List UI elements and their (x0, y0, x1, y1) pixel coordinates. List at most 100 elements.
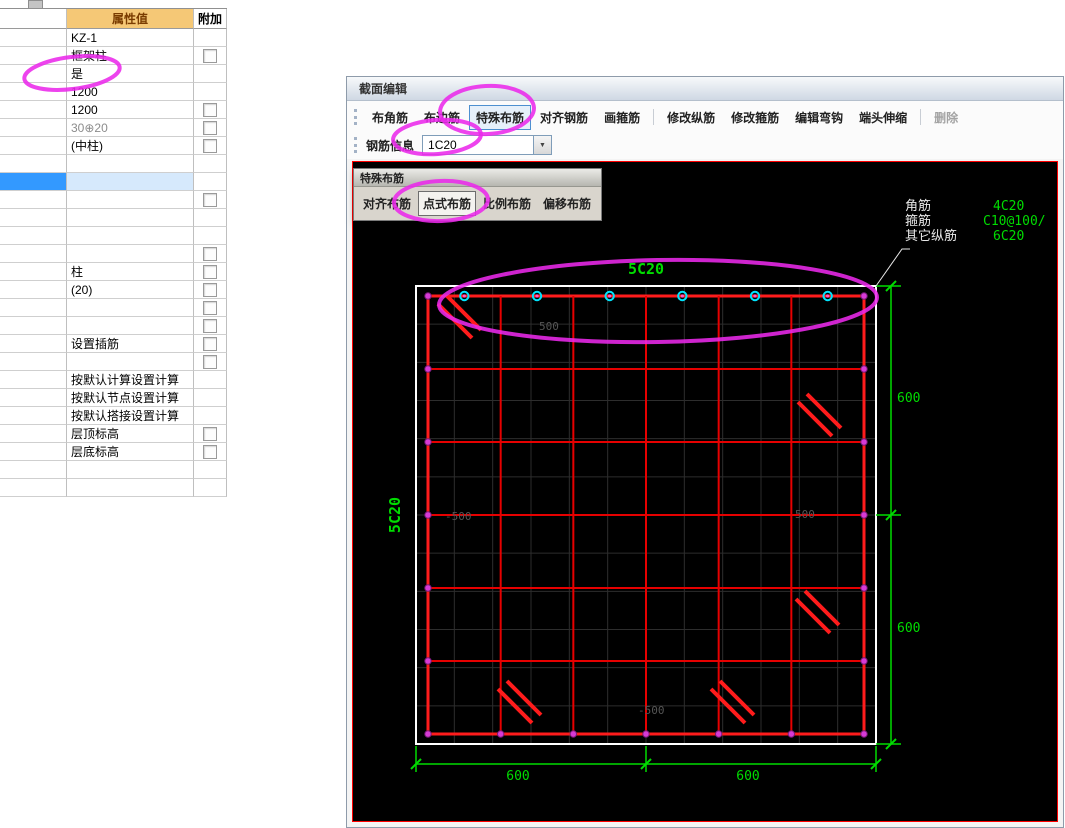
row-value-cell[interactable] (67, 173, 194, 191)
row-value-cell[interactable]: 框架柱 (67, 47, 194, 65)
rebar-info-combo[interactable]: 1C20 ▼ (422, 135, 553, 155)
row-value-cell[interactable]: 按默认搭接设置计算 (67, 407, 194, 425)
row-value-cell[interactable]: 按默认节点设置计算 (67, 389, 194, 407)
popup-button[interactable]: 偏移布筋 (538, 191, 596, 216)
table-row[interactable]: 按默认计算设置计算 (0, 371, 227, 389)
table-row[interactable] (0, 461, 227, 479)
table-row[interactable]: (20) (0, 281, 227, 299)
row-value-cell[interactable] (67, 317, 194, 335)
table-row[interactable] (0, 245, 227, 263)
row-value-cell[interactable]: 1200 (67, 83, 194, 101)
row-value-cell[interactable]: 层底标高 (67, 443, 194, 461)
section-toolbar-row: 布角筋 布边筋 特殊布筋 对齐钢筋 画箍筋 修改纵筋 修改箍筋 编辑弯钩 端头伸缩 删除 (347, 103, 1063, 131)
attach-checkbox[interactable] (203, 282, 217, 297)
attach-checkbox[interactable] (203, 48, 217, 63)
attach-checkbox[interactable] (203, 246, 217, 261)
toolbar-button[interactable]: 特殊布筋 (469, 104, 532, 130)
row-value-cell[interactable] (67, 191, 194, 209)
section-drawing: 500 -500 500 -500 5C20 5C20 角筋 4C20 箍筋 C10@… (386, 198, 1046, 784)
rebar-point (642, 730, 650, 738)
table-row[interactable] (0, 479, 227, 497)
row-value-cell[interactable] (67, 155, 194, 173)
toolbar-button[interactable]: 布边筋 (417, 105, 467, 130)
toolbar-button[interactable]: 端头伸缩 (852, 105, 914, 130)
row-value-cell[interactable] (67, 245, 194, 263)
attach-checkbox[interactable] (203, 192, 217, 207)
attach-checkbox[interactable] (203, 138, 217, 153)
table-row[interactable]: 1200 (0, 83, 227, 101)
toolbar-button[interactable]: 对齐钢筋 (533, 105, 595, 130)
table-row[interactable]: 按默认节点设置计算 (0, 389, 227, 407)
row-extra-cell (194, 227, 227, 245)
row-value-cell[interactable]: 设置插筋 (67, 335, 194, 353)
row-value-cell[interactable]: 30⊕20 (67, 119, 194, 137)
toolbar-button[interactable]: 修改箍筋 (724, 105, 786, 130)
row-value-cell[interactable]: 按默认计算设置计算 (67, 371, 194, 389)
table-row[interactable] (0, 317, 227, 335)
row-value-cell[interactable] (67, 353, 194, 371)
table-row[interactable]: 30⊕20 (0, 119, 227, 137)
table-row[interactable]: 框架柱 (0, 47, 227, 65)
toolbar-button[interactable]: 编辑弯钩 (788, 105, 850, 130)
row-value-cell[interactable]: 层顶标高 (67, 425, 194, 443)
row-value-cell[interactable] (67, 227, 194, 245)
coordinate-label: 500 (539, 320, 559, 333)
table-row[interactable]: 设置插筋 (0, 335, 227, 353)
rebar-info-row: 钢筋信息 1C20 ▼ (347, 131, 1063, 159)
table-row[interactable] (0, 209, 227, 227)
row-value-cell[interactable] (67, 461, 194, 479)
table-row[interactable]: 是 (0, 65, 227, 83)
table-row[interactable]: KZ-1 (0, 29, 227, 47)
table-row[interactable]: 1200 (0, 101, 227, 119)
toolbar-button[interactable]: 布角筋 (365, 105, 415, 130)
hook-mark (805, 392, 843, 430)
popup-titlebar[interactable]: 特殊布筋 (354, 169, 601, 187)
row-value-cell[interactable] (67, 299, 194, 317)
coordinate-label: -500 (638, 704, 665, 717)
row-value-cell[interactable] (67, 479, 194, 497)
dialog-titlebar[interactable]: 截面编辑 (347, 77, 1063, 101)
attach-checkbox[interactable] (203, 318, 217, 333)
toolbar-button[interactable]: 删除 (927, 105, 965, 130)
table-row[interactable]: 层底标高 (0, 443, 227, 461)
table-row[interactable]: 柱 (0, 263, 227, 281)
table-row[interactable]: 按默认搭接设置计算 (0, 407, 227, 425)
row-name-cell (0, 335, 67, 353)
attach-checkbox[interactable] (203, 102, 217, 117)
row-value-cell[interactable]: 1200 (67, 101, 194, 119)
toolbar-button[interactable]: 修改纵筋 (660, 105, 722, 130)
attach-checkbox[interactable] (203, 354, 217, 369)
attach-checkbox[interactable] (203, 336, 217, 351)
table-row[interactable] (0, 173, 227, 191)
table-row[interactable] (0, 155, 227, 173)
popup-button[interactable]: 点式布筋 (418, 191, 477, 216)
toolbar-grip (354, 109, 357, 125)
row-value-cell[interactable]: 是 (67, 65, 194, 83)
toolbar-button[interactable]: 画箍筋 (597, 105, 647, 130)
row-value-cell[interactable]: KZ-1 (67, 29, 194, 47)
row-value-cell[interactable]: 柱 (67, 263, 194, 281)
table-row[interactable] (0, 227, 227, 245)
attach-checkbox[interactable] (203, 264, 217, 279)
combo-dropdown-button[interactable]: ▼ (533, 136, 552, 154)
table-row[interactable] (0, 299, 227, 317)
attach-checkbox[interactable] (203, 444, 217, 459)
table-row[interactable]: (中柱) (0, 137, 227, 155)
row-extra-cell (194, 281, 227, 299)
popup-button[interactable]: 对齐布筋 (358, 191, 416, 216)
row-name-cell (0, 443, 67, 461)
table-row[interactable] (0, 191, 227, 209)
row-extra-cell (194, 317, 227, 335)
row-value-cell[interactable] (67, 209, 194, 227)
legend-label-stirrup: 箍筋 (905, 213, 931, 229)
attach-checkbox[interactable] (203, 426, 217, 441)
popup-button[interactable]: 比例布筋 (478, 191, 536, 216)
table-row[interactable]: 层顶标高 (0, 425, 227, 443)
row-value-cell[interactable]: (20) (67, 281, 194, 299)
cad-canvas[interactable]: 500 -500 500 -500 5C20 5C20 角筋 4C20 箍筋 C10@… (352, 161, 1058, 822)
attach-checkbox[interactable] (203, 300, 217, 315)
table-row[interactable] (0, 353, 227, 371)
row-value-cell[interactable]: (中柱) (67, 137, 194, 155)
attach-checkbox[interactable] (203, 120, 217, 135)
row-name-cell (0, 65, 67, 83)
